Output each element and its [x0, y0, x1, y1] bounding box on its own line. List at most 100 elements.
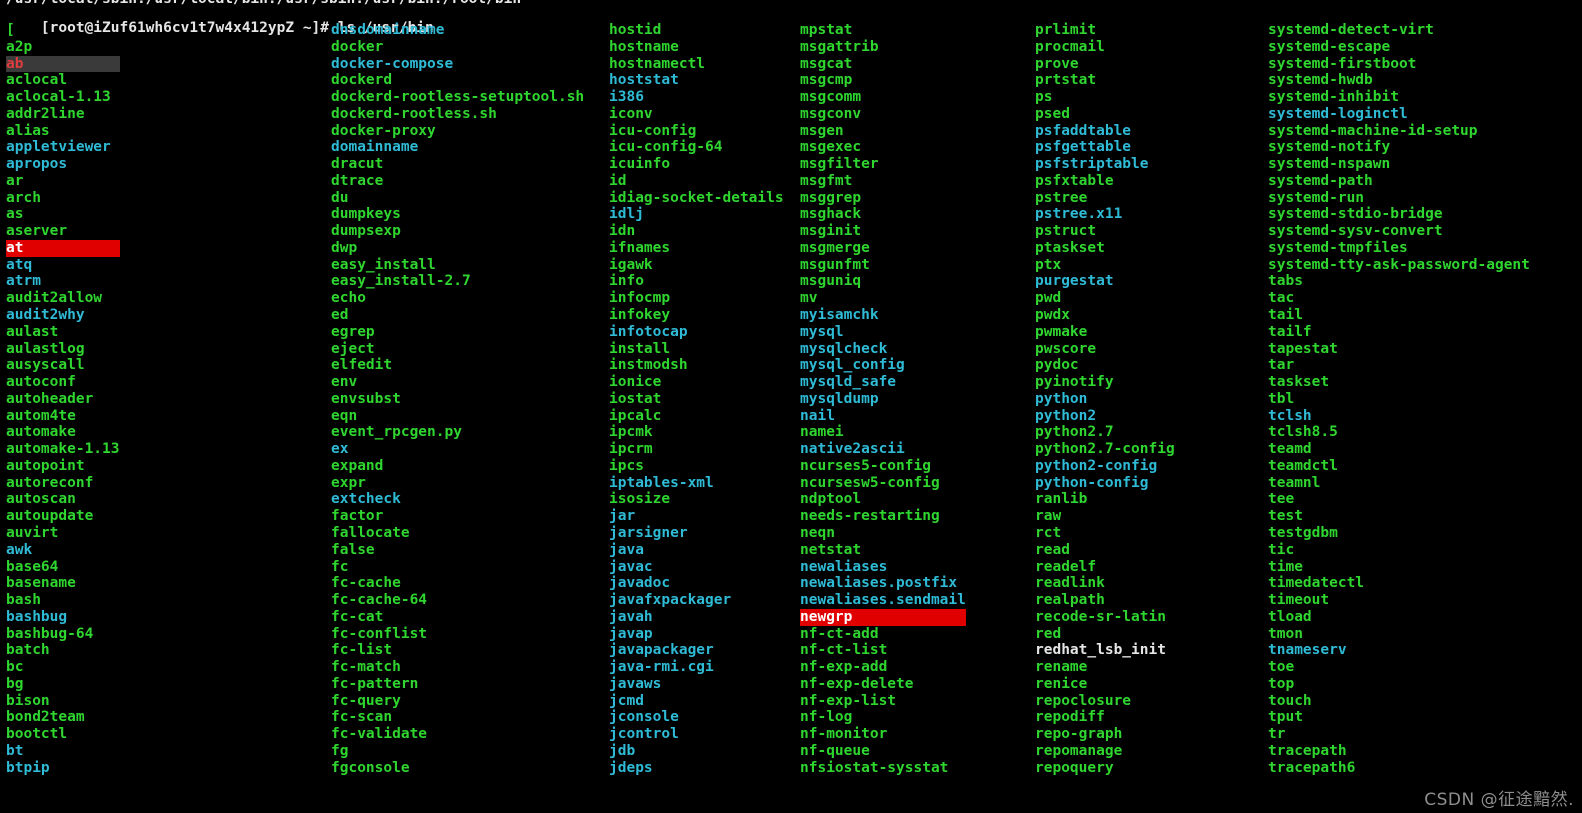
- file-entry: nf-ct-add: [800, 625, 879, 642]
- file-entry: docker: [331, 38, 384, 55]
- file-entry: ipcrm: [609, 441, 653, 458]
- file-entry: fc-scan: [331, 709, 393, 726]
- file-entry: dnsdomainname: [331, 22, 445, 38]
- file-entry: [: [6, 22, 15, 38]
- file-entry: ab: [6, 55, 120, 73]
- file-entry: mysql: [800, 323, 844, 340]
- file-entry: systemd-sysv-convert: [1268, 223, 1443, 240]
- file-entry: javadoc: [609, 575, 671, 592]
- file-entry: ps: [1035, 89, 1053, 106]
- file-entry: pstree: [1035, 189, 1088, 206]
- file-entry: isosize: [609, 491, 671, 508]
- file-entry: javap: [609, 625, 653, 642]
- file-entry: ipcs: [609, 457, 644, 474]
- file-entry: readelf: [1035, 558, 1097, 575]
- file-entry: msginit: [800, 223, 862, 240]
- file-entry: tar: [1268, 357, 1295, 374]
- file-entry: fc: [331, 558, 349, 575]
- file-entry: namei: [800, 424, 844, 441]
- file-entry: mysqldump: [800, 390, 879, 407]
- file-entry: msgexec: [800, 139, 862, 156]
- file-entry: testgdbm: [1268, 524, 1338, 541]
- file-entry: envsubst: [331, 390, 401, 407]
- file-entry: msgcat: [800, 55, 853, 72]
- file-entry: psfxtable: [1035, 172, 1114, 189]
- file-entry: infotocap: [609, 323, 688, 340]
- file-entry: pwmake: [1035, 323, 1088, 340]
- file-entry: systemd-nspawn: [1268, 156, 1391, 173]
- file-entry: alias: [6, 122, 50, 139]
- file-entry: systemd-run: [1268, 189, 1365, 206]
- file-entry: python: [1035, 390, 1088, 407]
- file-entry: iostat: [609, 390, 662, 407]
- file-entry: audit2why: [6, 307, 85, 324]
- file-entry: env: [331, 374, 358, 391]
- file-entry: systemd-tmpfiles: [1268, 239, 1408, 256]
- file-entry: autopoint: [6, 457, 85, 474]
- terminal-window[interactable]: /usr/local/sbin:/usr/local/bin:/usr/sbin…: [0, 0, 1582, 813]
- file-entry: egrep: [331, 323, 375, 340]
- file-entry: expr: [331, 474, 366, 491]
- file-entry: jcmd: [609, 692, 644, 709]
- file-entry: bashbug: [6, 608, 68, 625]
- file-entry: netstat: [800, 541, 862, 558]
- file-entry: fc-pattern: [331, 675, 419, 692]
- listing-column-1: [a2p ab aclocal aclocal-1.13 addr2line alias a…: [6, 22, 120, 776]
- file-entry: tic: [1268, 541, 1295, 558]
- file-entry: mysql_config: [800, 357, 905, 374]
- file-entry: fc-conflist: [331, 625, 428, 642]
- file-entry: systemd-detect-virt: [1268, 22, 1434, 38]
- file-entry: psfaddtable: [1035, 122, 1132, 139]
- file-entry: pstruct: [1035, 223, 1097, 240]
- file-entry: javaws: [609, 675, 662, 692]
- file-entry: batch: [6, 642, 50, 659]
- file-entry: prlimit: [1035, 22, 1097, 38]
- file-entry: dockerd-rootless-setuptool.sh: [331, 89, 585, 106]
- file-entry: arch: [6, 189, 41, 206]
- file-entry: igawk: [609, 256, 653, 273]
- file-entry: ptx: [1035, 256, 1062, 273]
- file-entry: ndptool: [800, 491, 862, 508]
- file-entry: python2.7: [1035, 424, 1114, 441]
- file-entry: appletviewer: [6, 139, 111, 156]
- file-entry: as: [6, 206, 24, 223]
- file-entry: toe: [1268, 659, 1295, 676]
- file-entry: ed: [331, 307, 349, 324]
- file-entry: msghack: [800, 206, 862, 223]
- file-entry: autoreconf: [6, 474, 94, 491]
- file-entry: tail: [1268, 307, 1303, 324]
- file-entry: taskset: [1268, 374, 1330, 391]
- file-entry: domainname: [331, 139, 419, 156]
- file-entry: hostname: [609, 38, 679, 55]
- file-entry: icu-config: [609, 122, 697, 139]
- file-entry: systemd-hwdb: [1268, 72, 1373, 89]
- file-entry: pwdx: [1035, 307, 1070, 324]
- file-entry: automake: [6, 424, 76, 441]
- file-entry: msgcomm: [800, 89, 862, 106]
- file-entry: pwscore: [1035, 340, 1097, 357]
- file-entry: time: [1268, 558, 1303, 575]
- file-entry: fc-query: [331, 692, 401, 709]
- file-entry: auvirt: [6, 524, 59, 541]
- file-entry: nf-monitor: [800, 726, 888, 743]
- file-entry: systemd-stdio-bridge: [1268, 206, 1443, 223]
- file-entry: autoconf: [6, 374, 76, 391]
- file-entry: awk: [6, 541, 33, 558]
- file-entry: info: [609, 273, 644, 290]
- file-entry: hoststat: [609, 72, 679, 89]
- file-entry: atq: [6, 256, 33, 273]
- file-entry: tput: [1268, 709, 1303, 726]
- file-entry: prove: [1035, 55, 1079, 72]
- file-entry: purgestat: [1035, 273, 1114, 290]
- file-entry: autoupdate: [6, 508, 94, 525]
- file-entry: audit2allow: [6, 290, 103, 307]
- file-entry: nfsiostat-sysstat: [800, 759, 949, 776]
- file-entry: nf-exp-add: [800, 659, 888, 676]
- file-entry: msgfilter: [800, 156, 879, 173]
- file-entry: jarsigner: [609, 524, 688, 541]
- file-entry: python2-config: [1035, 457, 1158, 474]
- file-entry: bond2team: [6, 709, 85, 726]
- file-entry: procmail: [1035, 38, 1105, 55]
- file-entry: dwp: [331, 239, 358, 256]
- listing-column-5: prlimit procmail prove prtstat ps psed psfaddt…: [1035, 22, 1175, 776]
